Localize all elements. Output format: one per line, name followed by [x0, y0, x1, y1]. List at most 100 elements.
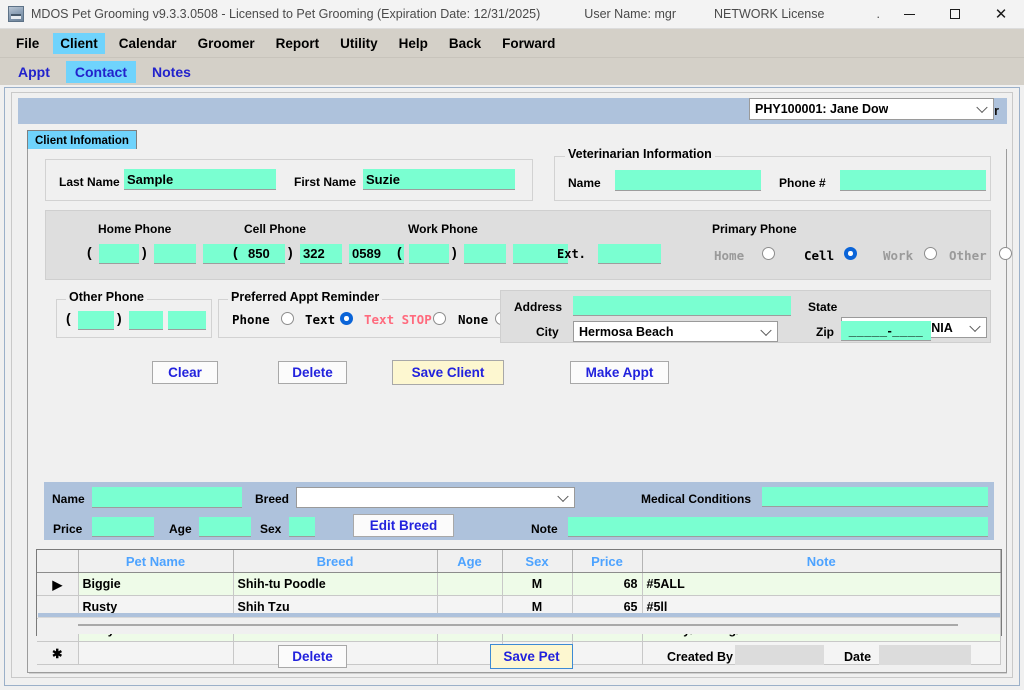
home-phone-label: Home Phone	[98, 222, 172, 236]
tab-client-information[interactable]: Client Infomation	[27, 130, 137, 150]
work-phone-label: Work Phone	[408, 222, 478, 236]
pet-grid-header-breed[interactable]: Breed	[233, 550, 438, 573]
vet-phone-label: Phone #	[779, 176, 826, 190]
cell-phone-prefix-input[interactable]: 322	[300, 244, 342, 264]
grid-horizontal-scrollbar[interactable]	[38, 617, 1000, 634]
other-phone-prefix-input[interactable]	[129, 311, 163, 330]
tab-panel: Last Name Sample First Name Suzie Name P…	[27, 147, 1012, 674]
zip-input[interactable]: _____-____	[841, 321, 931, 341]
save-pet-button[interactable]: Save Pet	[490, 644, 573, 669]
city-label: City	[536, 325, 559, 339]
make-appt-button[interactable]: Make Appt	[570, 361, 669, 384]
other-phone-group: ( )	[56, 299, 212, 338]
cell-paren-close: )	[288, 244, 293, 260]
vet-phone-input[interactable]	[840, 170, 986, 191]
sub-menu-item-notes[interactable]: Notes	[143, 61, 200, 83]
menu-item-client[interactable]: Client	[53, 32, 105, 54]
pet-grid-header-pet-name[interactable]: Pet Name	[78, 550, 234, 573]
menu-item-report[interactable]: Report	[269, 33, 327, 54]
reminder-option-phone-label: Phone	[232, 312, 270, 327]
save-client-button[interactable]: Save Client	[392, 360, 504, 385]
menu-item-calendar[interactable]: Calendar	[112, 33, 184, 54]
pet-grid[interactable]: Pet Name Breed Age Sex Price Note ▶ Bigg…	[36, 549, 1002, 665]
pet-name-input[interactable]	[92, 487, 242, 508]
cell-note[interactable]: #5ALL	[642, 572, 1001, 596]
pet-breed-select[interactable]	[296, 487, 575, 508]
pet-grid-header-note[interactable]: Note	[642, 550, 1001, 573]
primary-phone-radio-work[interactable]	[924, 247, 937, 260]
reminder-radio-text-stop[interactable]	[433, 312, 446, 325]
first-name-input[interactable]: Suzie	[363, 169, 515, 190]
zip-label: Zip	[816, 325, 834, 339]
home-phone-area-input[interactable]	[99, 244, 139, 264]
pet-form-panel: Name Breed Price Age Sex Edit Breed Medi…	[44, 482, 994, 540]
cell-phone-area-input[interactable]: 850	[245, 244, 285, 264]
primary-phone-radio-other[interactable]	[999, 247, 1012, 260]
created-by-label: Created By	[667, 650, 733, 664]
row-marker-new: ✱	[37, 641, 79, 665]
home-paren-close: )	[142, 244, 147, 260]
ext-input[interactable]	[598, 244, 661, 264]
chevron-down-icon	[557, 490, 569, 502]
reminder-group: Phone Text Text STOP None	[218, 299, 509, 338]
pet-grid-header-price[interactable]: Price	[572, 550, 643, 573]
home-paren-open: (	[87, 244, 92, 260]
work-phone-prefix-input[interactable]	[464, 244, 506, 264]
pet-grid-header-age[interactable]: Age	[437, 550, 503, 573]
cell-price[interactable]: 68	[572, 572, 643, 596]
pet-note-input[interactable]	[568, 517, 988, 537]
cell-phone-line-input[interactable]: 0589	[349, 244, 404, 264]
cell-breed[interactable]: Shih-tu Poodle	[233, 572, 438, 596]
cell-sex[interactable]: M	[502, 572, 573, 596]
menu-item-utility[interactable]: Utility	[333, 33, 385, 54]
work-paren-close: )	[452, 244, 457, 260]
other-phone-line-input[interactable]	[168, 311, 206, 330]
title-bar: MDOS Pet Grooming v9.3.3.0508 - Licensed…	[0, 0, 1024, 29]
other-phone-area-input[interactable]	[78, 311, 114, 330]
cell-phone-label: Cell Phone	[244, 222, 307, 236]
pet-note-label: Note	[531, 522, 558, 536]
maximize-button[interactable]	[932, 0, 978, 28]
pet-grid-header-sex[interactable]: Sex	[502, 550, 573, 573]
menu-item-forward[interactable]: Forward	[495, 33, 562, 54]
menu-item-file[interactable]: File	[9, 33, 46, 54]
reminder-radio-text[interactable]	[340, 312, 353, 325]
medical-conditions-input[interactable]	[762, 487, 988, 507]
medical-conditions-label: Medical Conditions	[641, 492, 752, 506]
cell-pet-name[interactable]: Biggie	[78, 572, 234, 596]
menu-item-back[interactable]: Back	[442, 33, 488, 54]
reminder-option-text-stop-label: Text STOP	[364, 312, 432, 327]
minimize-button[interactable]	[886, 0, 932, 28]
cell-price[interactable]	[572, 641, 643, 665]
date-label: Date	[844, 650, 872, 664]
work-phone-area-input[interactable]	[409, 244, 449, 264]
menu-item-help[interactable]: Help	[392, 33, 435, 54]
reminder-group-label: Preferred Appt Reminder	[228, 290, 383, 304]
chevron-down-icon	[976, 101, 988, 114]
cell-age[interactable]	[437, 572, 503, 596]
close-button[interactable]: ✕	[978, 0, 1024, 28]
delete-client-button[interactable]: Delete	[278, 361, 347, 384]
menu-item-groomer[interactable]: Groomer	[191, 33, 262, 54]
table-row[interactable]: ▶ Biggie Shih-tu Poodle M 68 #5ALL	[37, 572, 1001, 596]
sub-menu-item-contact[interactable]: Contact	[65, 60, 137, 83]
city-selected-value: Hermosa Beach	[579, 324, 674, 339]
delete-pet-button[interactable]: Delete	[278, 645, 347, 668]
city-select[interactable]: Hermosa Beach	[573, 321, 778, 342]
cell-pet-name[interactable]	[78, 641, 234, 665]
groomer-select[interactable]: PHY100001: Jane Dow	[749, 98, 994, 120]
vet-name-input[interactable]	[615, 170, 761, 191]
pet-sex-input[interactable]	[289, 517, 315, 537]
reminder-radio-phone[interactable]	[281, 312, 294, 325]
sub-menu-item-appt[interactable]: Appt	[9, 61, 59, 83]
primary-phone-radio-home[interactable]	[762, 247, 775, 260]
last-name-input[interactable]: Sample	[124, 169, 276, 190]
pet-age-input[interactable]	[199, 517, 251, 537]
clear-button[interactable]: Clear	[152, 361, 218, 384]
home-phone-prefix-input[interactable]	[154, 244, 196, 264]
address-input[interactable]	[573, 296, 791, 316]
primary-phone-radio-cell[interactable]	[844, 247, 857, 260]
created-by-value	[735, 645, 824, 665]
edit-breed-button[interactable]: Edit Breed	[353, 514, 454, 537]
pet-price-input[interactable]	[92, 517, 154, 537]
